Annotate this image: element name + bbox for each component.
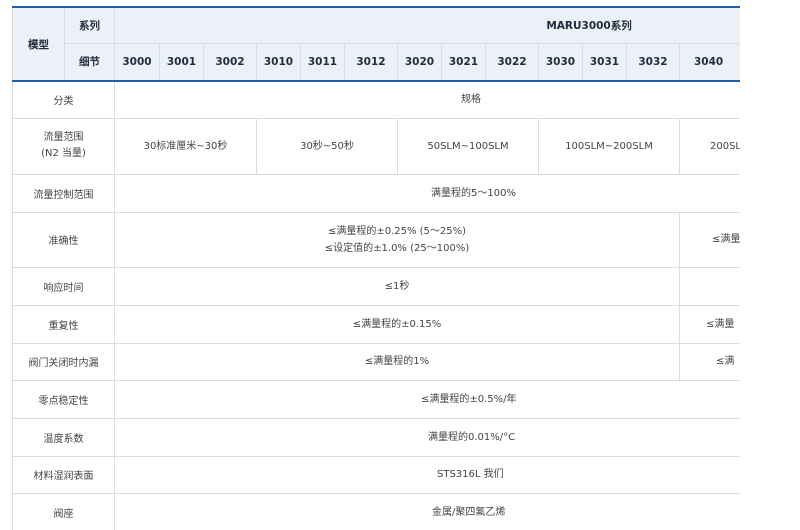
response-value: ≤1秒 [114, 266, 680, 306]
model-3002: 3002 [203, 42, 257, 82]
model-header: 模型 [12, 6, 65, 82]
zero-stability-value: ≤满量程的±0.5%/年 [113, 379, 800, 419]
flow-range-label-line2: (N2 当量) [41, 148, 86, 159]
detail-header: 细节 [64, 42, 115, 82]
model-3020: 3020 [397, 42, 442, 82]
accuracy-line1: ≤满量程的±0.25% (5～25%) [327, 225, 467, 237]
row-label-accuracy: 准确性 [12, 211, 115, 268]
row-label-repeatability: 重复性 [12, 304, 115, 344]
row-label-temp-coeff: 温度系数 [12, 417, 115, 457]
model-3011: 3011 [300, 42, 345, 82]
flow-control-value: 满量程的5～100% [113, 173, 800, 213]
flow-range-value-3: 50SLM~100SLM [397, 117, 539, 175]
flow-range-value-2: 30秒~50秒 [256, 117, 398, 175]
row-label-category: 分类 [12, 80, 115, 119]
model-3030: 3030 [538, 42, 583, 82]
model-3021: 3021 [441, 42, 486, 82]
accuracy-line2: ≤设定值的±1.0% (25～100%) [324, 242, 470, 254]
model-3000: 3000 [114, 42, 160, 82]
spec-table-container: 模型 系列 MARU3000系列 细节 3000 3001 3002 3010 … [0, 0, 800, 530]
row-label-valve-seat: 阀座 [12, 492, 115, 530]
series-header: 系列 [64, 6, 115, 44]
model-3022: 3022 [485, 42, 539, 82]
repeatability-value: ≤满量程的±0.15% [114, 304, 680, 344]
flow-range-label-line1: 流量范围 [43, 132, 84, 143]
valve-leak-value: ≤满量程的1% [114, 342, 680, 381]
row-label-zero-stability: 零点稳定性 [12, 379, 115, 419]
row-label-wetted: 材料湿润表面 [12, 455, 115, 494]
series-name: MARU3000系列 [113, 6, 800, 44]
row-label-flow-control: 流量控制范围 [12, 173, 115, 213]
row-label-valve-leak: 阀门关闭时内漏 [12, 342, 115, 381]
right-margin-mask [740, 0, 800, 530]
row-label-flow-range: 流量范围 (N2 当量) [12, 117, 115, 175]
model-3012: 3012 [344, 42, 398, 82]
flow-range-value-1: 30标准厘米~30秒 [114, 117, 257, 175]
model-3010: 3010 [256, 42, 301, 82]
flow-range-value-4: 100SLM~200SLM [538, 117, 680, 175]
wetted-value: STS316L 我们 [113, 455, 800, 494]
valve-seat-value: 金属/聚四氟乙烯 [113, 492, 800, 530]
model-3032: 3032 [626, 42, 680, 82]
row-label-response: 响应时间 [12, 266, 115, 306]
model-3031: 3031 [582, 42, 627, 82]
temp-coeff-value: 满量程的0.01%/°C [113, 417, 800, 457]
spec-table: 模型 系列 MARU3000系列 细节 3000 3001 3002 3010 … [12, 6, 800, 530]
accuracy-value: ≤满量程的±0.25% (5～25%) ≤设定值的±1.0% (25～100%) [114, 211, 680, 268]
model-3001: 3001 [159, 42, 204, 82]
category-value: 规格 [113, 80, 800, 119]
